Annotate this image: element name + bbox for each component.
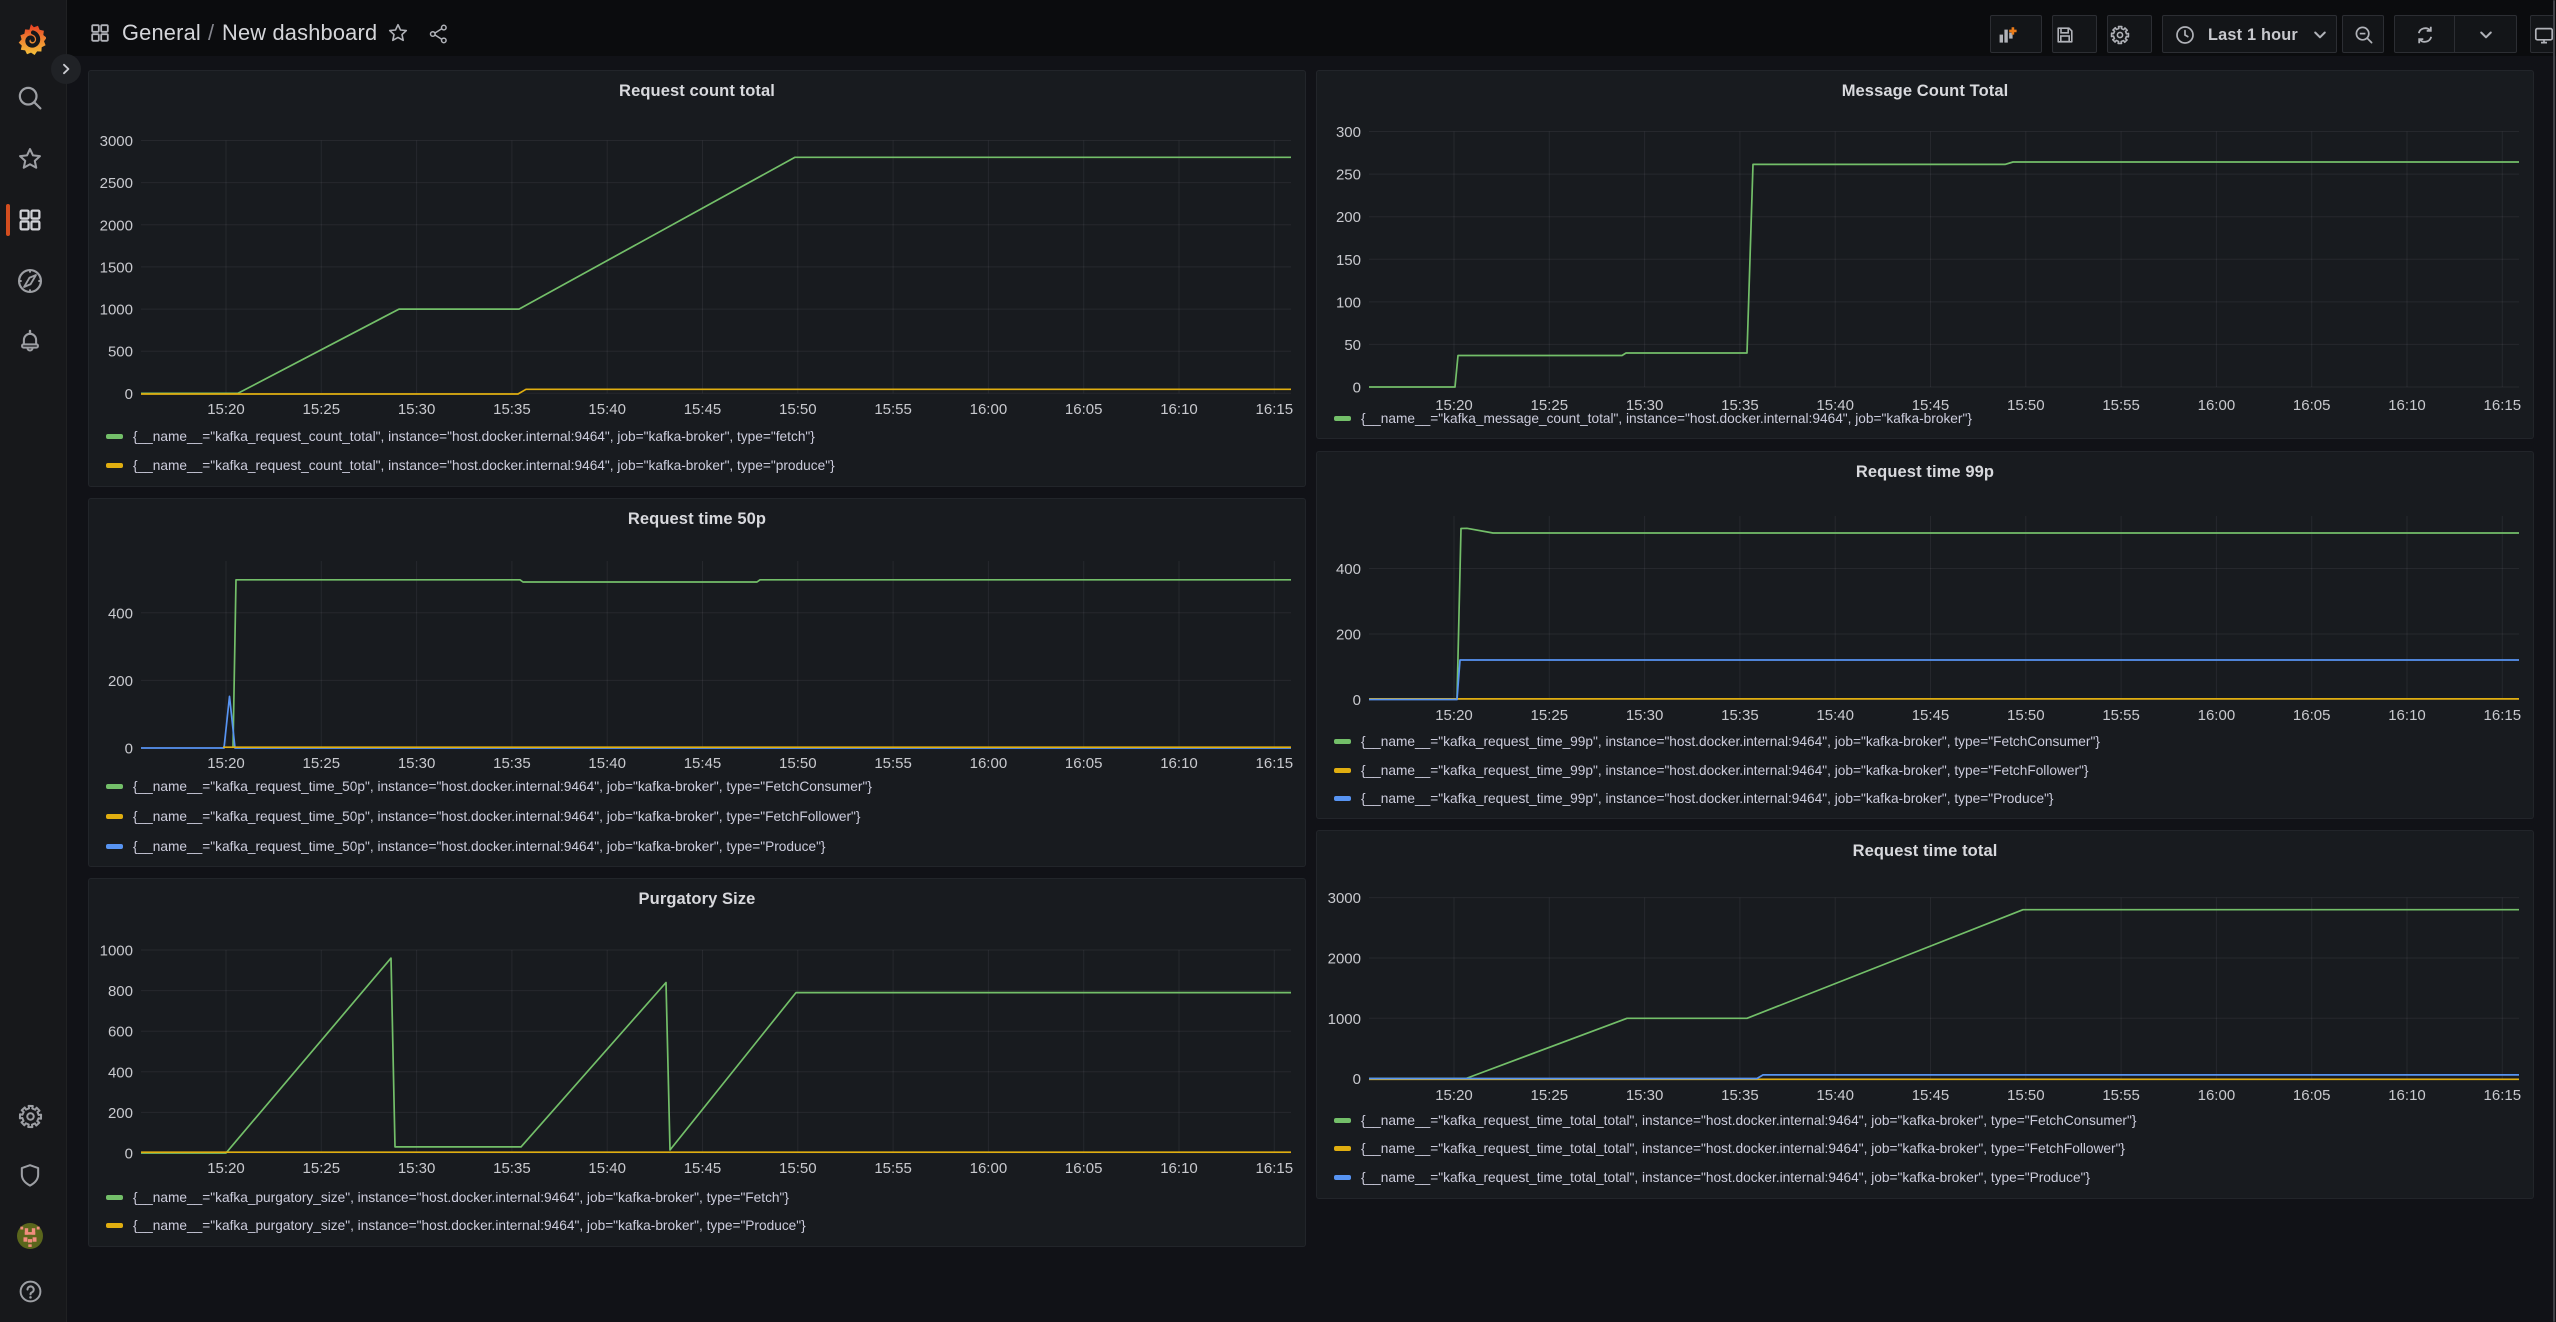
svg-text:16:10: 16:10: [1160, 401, 1198, 418]
svg-text:2000: 2000: [100, 217, 133, 234]
svg-text:1000: 1000: [1328, 1011, 1361, 1028]
svg-text:15:30: 15:30: [1626, 707, 1664, 724]
svg-text:15:50: 15:50: [779, 401, 817, 418]
svg-text:15:20: 15:20: [207, 755, 245, 772]
svg-text:15:45: 15:45: [1912, 1087, 1950, 1104]
svg-text:16:00: 16:00: [970, 401, 1008, 418]
svg-text:16:15: 16:15: [2484, 1087, 2522, 1104]
svg-text:15:35: 15:35: [493, 755, 531, 772]
svg-text:16:05: 16:05: [2293, 1087, 2331, 1104]
svg-text:16:05: 16:05: [1065, 755, 1103, 772]
svg-text:15:25: 15:25: [303, 1160, 341, 1177]
svg-text:200: 200: [108, 673, 133, 690]
svg-text:15:20: 15:20: [207, 1160, 245, 1177]
svg-text:300: 300: [1336, 124, 1361, 141]
svg-text:250: 250: [1336, 167, 1361, 184]
svg-text:200: 200: [1336, 627, 1361, 644]
svg-text:15:25: 15:25: [1531, 1087, 1569, 1104]
svg-text:16:00: 16:00: [2198, 397, 2236, 414]
svg-text:0: 0: [1353, 380, 1361, 397]
svg-text:400: 400: [1336, 561, 1361, 578]
svg-text:16:10: 16:10: [2388, 1087, 2426, 1104]
svg-text:15:35: 15:35: [1721, 1087, 1759, 1104]
svg-text:15:30: 15:30: [398, 1160, 436, 1177]
svg-text:15:50: 15:50: [2007, 707, 2045, 724]
svg-text:15:40: 15:40: [1816, 707, 1854, 724]
svg-text:16:00: 16:00: [970, 1160, 1008, 1177]
svg-text:15:55: 15:55: [2102, 397, 2140, 414]
svg-text:16:05: 16:05: [2293, 707, 2331, 724]
svg-text:15:50: 15:50: [779, 1160, 817, 1177]
svg-text:0: 0: [125, 1146, 133, 1163]
svg-text:400: 400: [108, 1064, 133, 1081]
svg-text:15:20: 15:20: [207, 401, 245, 418]
svg-text:16:15: 16:15: [1256, 401, 1294, 418]
svg-text:600: 600: [108, 1024, 133, 1041]
svg-text:50: 50: [1344, 337, 1361, 354]
svg-text:15:30: 15:30: [1626, 1087, 1664, 1104]
svg-text:16:15: 16:15: [2484, 397, 2522, 414]
svg-text:200: 200: [1336, 209, 1361, 226]
svg-text:1500: 1500: [100, 259, 133, 276]
svg-text:16:00: 16:00: [970, 755, 1008, 772]
svg-text:1000: 1000: [100, 943, 133, 960]
svg-text:3000: 3000: [100, 133, 133, 150]
svg-text:150: 150: [1336, 252, 1361, 269]
svg-text:15:35: 15:35: [1721, 707, 1759, 724]
svg-text:16:10: 16:10: [2388, 397, 2426, 414]
svg-text:15:50: 15:50: [2007, 397, 2045, 414]
svg-text:400: 400: [108, 605, 133, 622]
svg-text:16:05: 16:05: [1065, 401, 1103, 418]
svg-text:16:05: 16:05: [1065, 1160, 1103, 1177]
svg-text:16:10: 16:10: [2388, 707, 2426, 724]
svg-text:15:40: 15:40: [588, 755, 626, 772]
svg-text:15:40: 15:40: [588, 401, 626, 418]
svg-text:200: 200: [108, 1105, 133, 1122]
svg-text:16:00: 16:00: [2198, 707, 2236, 724]
svg-text:0: 0: [1353, 1071, 1361, 1088]
svg-text:15:30: 15:30: [398, 755, 436, 772]
svg-text:800: 800: [108, 983, 133, 1000]
svg-text:15:55: 15:55: [2102, 1087, 2140, 1104]
svg-text:16:15: 16:15: [1256, 755, 1294, 772]
svg-text:500: 500: [108, 344, 133, 361]
svg-text:16:15: 16:15: [1256, 1160, 1294, 1177]
svg-text:2500: 2500: [100, 175, 133, 192]
svg-text:15:55: 15:55: [874, 1160, 912, 1177]
svg-text:16:10: 16:10: [1160, 755, 1198, 772]
svg-text:15:55: 15:55: [2102, 707, 2140, 724]
svg-text:15:55: 15:55: [874, 755, 912, 772]
svg-text:16:10: 16:10: [1160, 1160, 1198, 1177]
svg-text:15:40: 15:40: [1816, 1087, 1854, 1104]
svg-text:15:45: 15:45: [1912, 707, 1950, 724]
svg-text:16:15: 16:15: [2484, 707, 2522, 724]
svg-text:15:40: 15:40: [588, 1160, 626, 1177]
svg-text:16:05: 16:05: [2293, 397, 2331, 414]
svg-text:15:45: 15:45: [684, 755, 722, 772]
svg-text:15:35: 15:35: [493, 1160, 531, 1177]
svg-text:0: 0: [125, 386, 133, 403]
svg-text:15:30: 15:30: [398, 401, 436, 418]
svg-text:2000: 2000: [1328, 951, 1361, 968]
svg-text:15:25: 15:25: [1531, 707, 1569, 724]
svg-text:15:50: 15:50: [2007, 1087, 2045, 1104]
svg-text:15:25: 15:25: [303, 755, 341, 772]
svg-text:15:50: 15:50: [779, 755, 817, 772]
svg-text:15:25: 15:25: [303, 401, 341, 418]
svg-text:15:35: 15:35: [493, 401, 531, 418]
svg-text:15:20: 15:20: [1435, 1087, 1473, 1104]
svg-text:16:00: 16:00: [2198, 1087, 2236, 1104]
svg-text:15:55: 15:55: [874, 401, 912, 418]
svg-text:15:45: 15:45: [684, 401, 722, 418]
svg-text:100: 100: [1336, 294, 1361, 311]
svg-text:1000: 1000: [100, 302, 133, 319]
svg-text:15:45: 15:45: [684, 1160, 722, 1177]
svg-text:0: 0: [125, 741, 133, 758]
svg-text:0: 0: [1353, 692, 1361, 709]
svg-text:3000: 3000: [1328, 890, 1361, 907]
svg-text:15:20: 15:20: [1435, 707, 1473, 724]
